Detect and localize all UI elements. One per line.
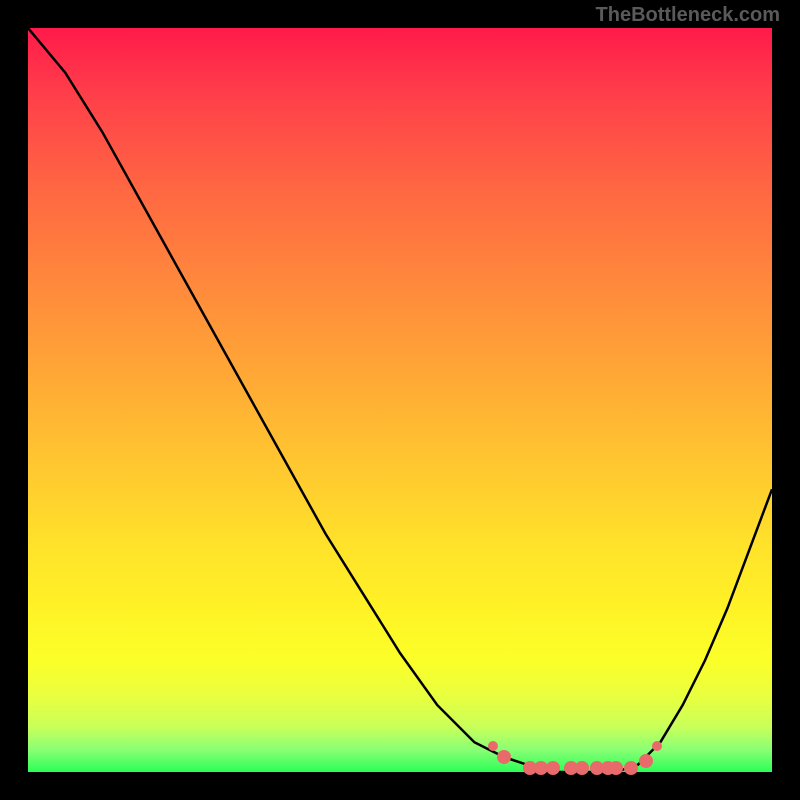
optimal-marker [652, 741, 662, 751]
optimal-marker [546, 761, 560, 775]
optimal-marker [575, 761, 589, 775]
optimal-marker [609, 761, 623, 775]
watermark-text: TheBottleneck.com [596, 4, 780, 27]
optimal-marker [624, 761, 638, 775]
optimal-marker [488, 741, 498, 751]
optimal-marker [497, 750, 511, 764]
chart-plot-area [28, 28, 772, 772]
optimal-range-markers [28, 28, 772, 772]
optimal-marker [639, 754, 653, 768]
